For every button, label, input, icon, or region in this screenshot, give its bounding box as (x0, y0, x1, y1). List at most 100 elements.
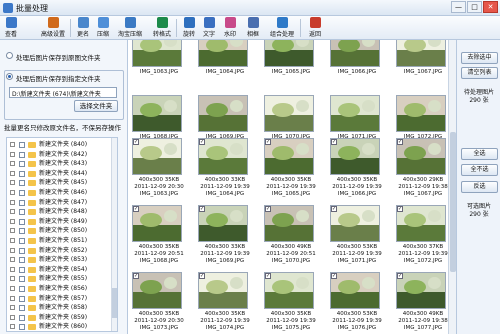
tree-checkbox[interactable] (19, 218, 25, 225)
thumbnail-item[interactable]: ✓ 400x300 35KB 2011-12-09 19:39 IMG_1066.JP… (328, 138, 386, 204)
minimize-button[interactable]: — (451, 1, 466, 13)
thumbnail-item[interactable]: IMG_1065.JPG (262, 40, 320, 96)
thumbnail-image[interactable] (330, 95, 380, 132)
tree-checkbox[interactable] (19, 170, 25, 177)
thumbnail-item[interactable]: ✓ 400x300 33KB 2011-12-09 19:39 IMG_1069.JP… (196, 205, 254, 271)
thumbnail-item[interactable]: IMG_1063.JPG (130, 40, 188, 96)
tree-item[interactable]: 新建文件夹 (847) (7, 198, 115, 208)
thumbnail-image[interactable] (396, 40, 446, 67)
expand-icon[interactable] (10, 257, 15, 263)
thumbnail-image[interactable] (264, 272, 314, 309)
expand-icon[interactable] (10, 238, 15, 243)
tree-checkbox[interactable] (19, 257, 25, 264)
tree-checkbox[interactable] (19, 314, 25, 321)
thumbnail-image[interactable] (330, 205, 380, 242)
thumbnail-image[interactable] (264, 205, 314, 242)
thumbnail-item[interactable]: ✓ 400x300 49KB 2011-12-09 19:38 IMG_1077.JP… (394, 272, 448, 334)
toolbar-button-compress[interactable]: 压缩 (94, 17, 112, 39)
toolbar-button-batch-combo[interactable]: 组合处理 (266, 17, 298, 39)
thumbnail-checkbox[interactable]: ✓ (133, 206, 139, 212)
expand-icon[interactable] (10, 276, 15, 282)
thumbnail-item[interactable]: ✓ 400x300 33KB 2011-12-09 19:39 IMG_1064.JP… (196, 138, 254, 204)
tree-checkbox[interactable] (19, 151, 25, 158)
folder-tree[interactable]: 新建文件夹 (840) 新建文件夹 (842) 新建文件夹 (843) 新建文件夹 (… (6, 137, 118, 332)
expand-icon[interactable] (10, 218, 15, 224)
expand-icon[interactable] (10, 142, 15, 147)
thumbnail-image[interactable] (330, 40, 380, 67)
thumbnail-image[interactable] (396, 272, 446, 309)
tree-item[interactable]: 新建文件夹 (860) (7, 322, 115, 331)
tree-item[interactable]: 新建文件夹 (859) (7, 313, 115, 323)
thumbnail-image[interactable] (198, 138, 248, 175)
toolbar-button-watermark[interactable]: 水印 (221, 17, 239, 39)
tree-item[interactable]: 新建文件夹 (840) (7, 140, 115, 150)
expand-icon[interactable] (10, 209, 15, 215)
tree-checkbox[interactable] (19, 276, 25, 283)
toolbar-button-rotate[interactable]: 旋转 (180, 17, 198, 39)
thumbnail-checkbox[interactable]: ✓ (265, 139, 271, 145)
thumbnail-item[interactable]: ✓ 400x300 49KB 2011-12-09 20:51 IMG_1070.JP… (262, 205, 320, 271)
thumbnail-image[interactable] (264, 95, 314, 132)
thumbnail-item[interactable]: ✓ 400x300 37KB 2011-12-09 19:39 IMG_1072.JP… (394, 205, 448, 271)
thumbnail-image[interactable] (264, 138, 314, 175)
tree-item[interactable]: 新建文件夹 (850) (7, 226, 115, 236)
close-button[interactable]: ✕ (483, 1, 498, 13)
expand-icon[interactable] (10, 286, 15, 291)
thumbnail-checkbox[interactable]: ✓ (133, 139, 139, 145)
tree-item[interactable]: 新建文件夹 (856) (7, 284, 115, 294)
expand-icon[interactable] (10, 180, 15, 186)
thumbnail-checkbox[interactable]: ✓ (265, 273, 271, 279)
tree-checkbox[interactable] (19, 199, 25, 206)
output-path-field[interactable]: D:\新建文件夹 (674)\新建文件夹 (9, 87, 117, 98)
thumbnail-checkbox[interactable]: ✓ (397, 139, 403, 145)
tree-item[interactable]: 新建文件夹 (854) (7, 265, 115, 275)
thumbnail-checkbox[interactable]: ✓ (397, 206, 403, 212)
remove-selected-button[interactable]: 去除选中 (461, 52, 498, 64)
expand-icon[interactable] (10, 305, 15, 311)
expand-icon[interactable] (10, 324, 15, 330)
tree-item[interactable]: 新建文件夹 (844) (7, 169, 115, 179)
tree-item[interactable]: 新建文件夹 (842) (7, 150, 115, 160)
thumbnail-checkbox[interactable]: ✓ (199, 206, 205, 212)
tree-item[interactable]: 新建文件夹 (845) (7, 178, 115, 188)
thumbnail-image[interactable] (330, 272, 380, 309)
expand-icon[interactable] (10, 228, 15, 234)
thumbnail-image[interactable] (396, 138, 446, 175)
expand-icon[interactable] (10, 161, 15, 167)
tree-checkbox[interactable] (19, 266, 25, 273)
toolbar-button-tools[interactable]: 高级设置 (38, 17, 68, 39)
tree-checkbox[interactable] (19, 324, 25, 331)
tree-item[interactable]: 新建文件夹 (853) (7, 255, 115, 265)
tree-checkbox[interactable] (19, 180, 25, 187)
toolbar-button-view-grid[interactable]: 查看 (2, 17, 20, 39)
maximize-button[interactable]: □ (467, 1, 482, 13)
expand-icon[interactable] (10, 190, 15, 195)
thumbnail-image[interactable] (330, 138, 380, 175)
thumbnail-image[interactable] (132, 272, 182, 309)
toolbar-button-frame[interactable]: 相框 (244, 17, 262, 39)
thumbnail-checkbox[interactable]: ✓ (265, 206, 271, 212)
tree-checkbox[interactable] (19, 142, 25, 148)
thumbnail-item[interactable]: IMG_1064.JPG (196, 40, 254, 96)
thumbnail-image[interactable] (198, 95, 248, 132)
invert-selection-button[interactable]: 反选 (461, 181, 498, 193)
select-all-button[interactable]: 全选 (461, 148, 498, 160)
expand-icon[interactable] (10, 247, 15, 253)
thumbnail-item[interactable]: ✓ 400x300 35KB 2011-12-09 19:39 IMG_1075.JP… (262, 272, 320, 334)
thumbnail-item[interactable]: IMG_1067.JPG (394, 40, 448, 96)
deselect-all-button[interactable]: 全不选 (461, 164, 498, 176)
tree-item[interactable]: 新建文件夹 (851) (7, 236, 115, 246)
thumbnail-item[interactable]: ✓ 400x300 35KB 2011-12-09 19:39 IMG_1065.JP… (262, 138, 320, 204)
tree-checkbox[interactable] (19, 228, 25, 235)
thumbnail-item[interactable]: ✓ 400x300 35KB 2011-12-09 20:30 IMG_1073.JP… (130, 272, 188, 334)
thumbnail-image[interactable] (198, 272, 248, 309)
thumbnail-checkbox[interactable]: ✓ (199, 273, 205, 279)
thumbnail-checkbox[interactable]: ✓ (331, 273, 337, 279)
expand-icon[interactable] (10, 170, 15, 176)
tree-checkbox[interactable] (19, 295, 25, 302)
thumbnail-image[interactable] (198, 205, 248, 242)
thumbnail-image[interactable] (132, 205, 182, 242)
tree-checkbox[interactable] (19, 209, 25, 216)
thumbnail-item[interactable]: ✓ 400x300 35KB 2011-12-09 20:51 IMG_1068.JP… (130, 205, 188, 271)
toolbar-button-text[interactable]: 文字 (200, 17, 218, 39)
